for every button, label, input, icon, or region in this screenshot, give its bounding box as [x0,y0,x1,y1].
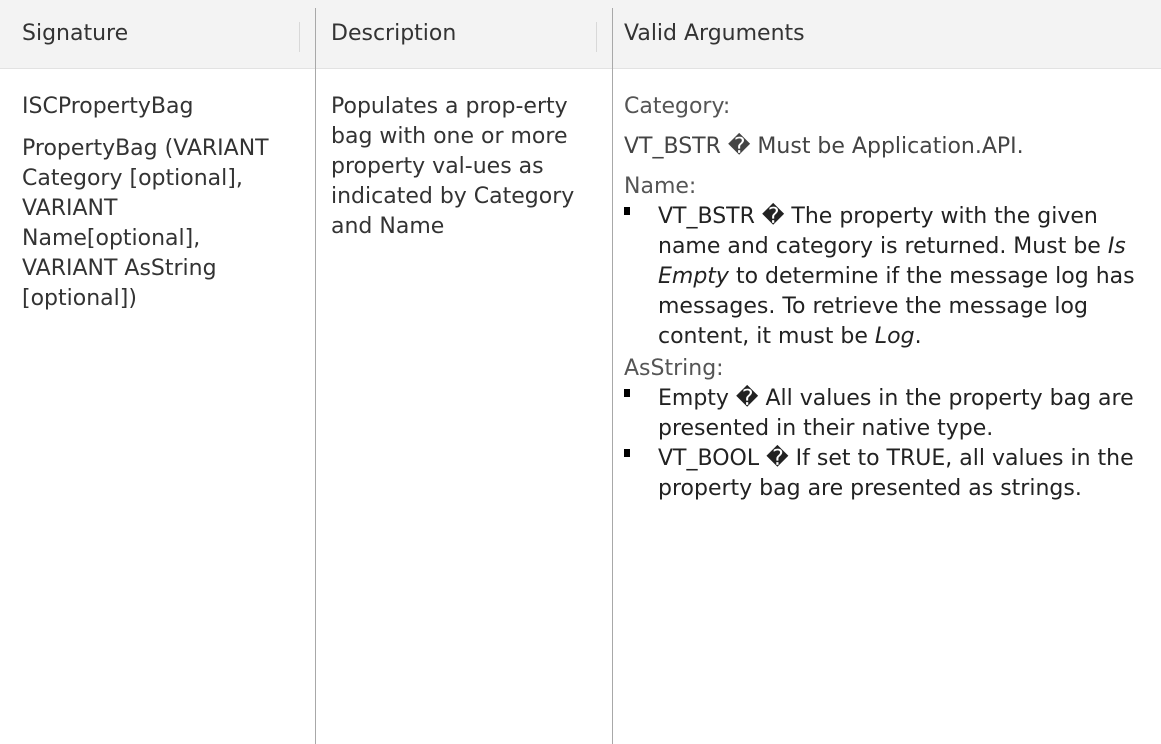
table-header-row: Signature Description Valid Arguments [0,0,1161,69]
column-divider [612,8,613,744]
header-valid-arguments: Valid Arguments [624,21,805,46]
signature-definition: PropertyBag (VARIANT Category [optional]… [22,136,269,311]
asstring-bullet-bool-text: VT_BOOL � If set to TRUE, all values in … [658,446,1134,501]
column-divider [315,8,316,744]
header-divider [299,22,300,52]
category-value: VT_BSTR � Must be Application.API. [624,134,1024,159]
bullet-square-icon [624,389,630,397]
signature-cell: ISCPropertyBag PropertyBag (VARIANT Cate… [22,68,292,744]
asstring-bullet-empty: Empty � All values in the property bag a… [624,384,1144,444]
header-description: Description [331,21,457,46]
header-divider [596,22,597,52]
bullet-square-icon [624,449,630,457]
name-bullet: VT_BSTR � The property with the given na… [624,202,1144,352]
header-signature: Signature [22,21,129,46]
signature-name: ISCPropertyBag [22,94,194,119]
description-text: Populates a prop-erty bag with one or mo… [331,94,575,239]
category-label: Category: [624,94,731,119]
name-bullet-text: VT_BSTR � The property with the given na… [658,204,1135,349]
valid-arguments-cell: Category: VT_BSTR � Must be Application.… [624,68,1144,744]
description-cell: Populates a prop-erty bag with one or mo… [331,68,593,744]
asstring-bullet-empty-text: Empty � All values in the property bag a… [658,386,1134,441]
property-table: Signature Description Valid Arguments IS… [0,0,1161,744]
asstring-bullet-bool: VT_BOOL � If set to TRUE, all values in … [624,444,1144,504]
name-label: Name: [624,174,697,199]
asstring-label: AsString: [624,356,724,381]
bullet-square-icon [624,207,630,215]
